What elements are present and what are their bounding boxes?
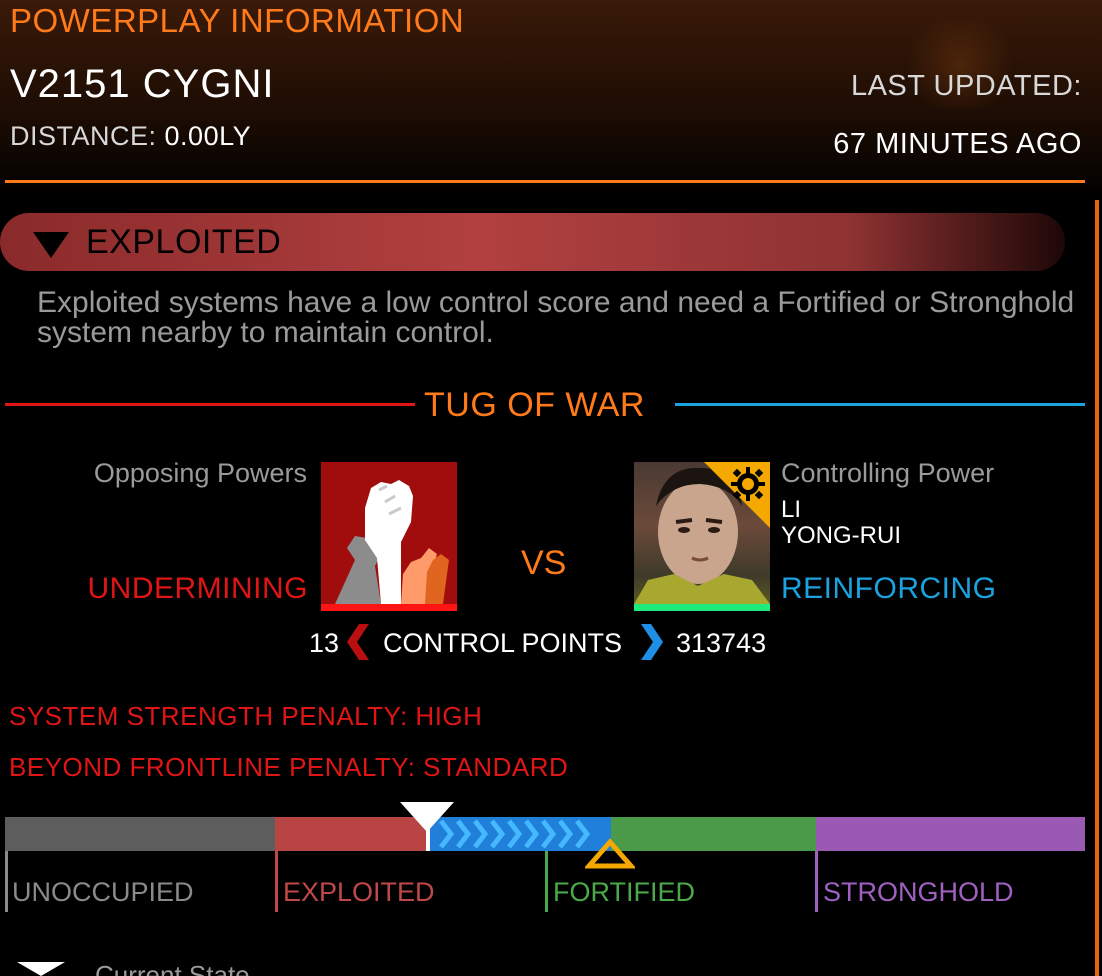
state-label: EXPLOITED <box>86 223 282 261</box>
current-state-marker-icon <box>400 802 454 832</box>
tier-fortified-tick <box>545 851 548 912</box>
controlling-power-name: LI YONG-RUI <box>781 497 901 549</box>
leader-name-line1: LI <box>781 496 802 523</box>
versus-label: VS <box>521 544 567 582</box>
control-points-label: CONTROL POINTS <box>383 628 623 658</box>
last-updated-value: 67 MINUTES AGO <box>833 128 1082 160</box>
beyond-frontline-penalty: BEYOND FRONTLINE PENALTY: STANDARD <box>9 752 569 782</box>
raised-fists-icon[interactable] <box>321 462 457 604</box>
target-state-marker-icon <box>585 838 635 869</box>
opposing-control-points: 13 <box>308 628 339 658</box>
header-divider <box>5 180 1085 183</box>
tier-exploited-tick <box>275 851 278 912</box>
system-strength-penalty: SYSTEM STRENGTH PENALTY: HIGH <box>9 701 483 731</box>
tier-unoccupied-segment <box>5 817 275 851</box>
li-yong-rui-portrait[interactable] <box>634 462 770 604</box>
opposing-power-bar <box>321 604 457 611</box>
system-name: V2151 CYGNI <box>10 62 275 106</box>
distance: DISTANCE: 0.00LY <box>10 121 251 152</box>
legend-current-state-label: Current State <box>95 960 250 976</box>
tier-stronghold-label: STRONGHOLD <box>823 877 1014 907</box>
tug-of-war-line-opposing <box>5 403 415 406</box>
leader-name-line2: YONG-RUI <box>781 522 901 549</box>
distance-label: DISTANCE: <box>10 121 157 151</box>
controlling-power-label: Controlling Power <box>781 458 995 488</box>
reinforcing-label: REINFORCING <box>781 572 997 605</box>
reinforcement-progress-segment <box>429 817 611 851</box>
tier-unoccupied-tick <box>5 851 8 912</box>
chevron-left-icon <box>347 624 369 660</box>
controlling-power-bar <box>634 604 770 611</box>
tier-stronghold-segment <box>816 817 1085 851</box>
tier-fortified-segment <box>611 817 816 851</box>
opposing-powers-label: Opposing Powers <box>93 458 307 488</box>
distance-value: 0.00LY <box>164 121 252 151</box>
tier-fortified-label: FORTIFIED <box>553 877 696 907</box>
controlling-control-points: 313743 <box>676 628 767 658</box>
undermining-label: UNDERMINING <box>87 572 308 605</box>
panel-scroll-edge <box>1095 200 1099 976</box>
state-description: Exploited systems have a low control sco… <box>37 286 1075 349</box>
last-updated-label: LAST UPDATED: <box>850 70 1082 102</box>
panel-title: POWERPLAY INFORMATION <box>10 2 465 39</box>
sun-gear-icon <box>731 467 765 501</box>
tier-stronghold-tick <box>815 851 818 912</box>
legend-current-state-icon <box>17 962 65 976</box>
tug-of-war-title: TUG OF WAR <box>424 386 645 424</box>
tug-of-war-line-controlling <box>675 403 1085 406</box>
tier-unoccupied-label: UNOCCUPIED <box>12 877 194 907</box>
collapse-triangle-icon[interactable] <box>33 232 69 258</box>
tier-exploited-label: EXPLOITED <box>283 877 435 907</box>
chevron-right-icon <box>641 624 663 660</box>
